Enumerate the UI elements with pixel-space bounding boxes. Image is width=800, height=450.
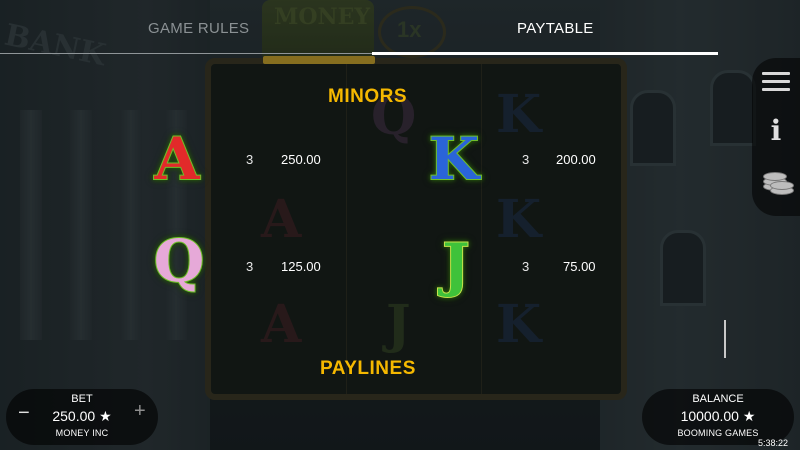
balance-label: BALANCE: [692, 393, 744, 405]
letter-j-icon: J: [441, 231, 470, 299]
side-menu: i: [752, 58, 800, 216]
pay-count: 3: [522, 152, 530, 167]
pay-value: 200.00: [556, 152, 596, 167]
provider-brand: BOOMING GAMES: [677, 428, 759, 438]
pay-count: 3: [246, 259, 254, 274]
tab-game-rules[interactable]: GAME RULES: [148, 20, 249, 37]
background-dim-overlay: [0, 0, 800, 450]
coin-stack-icon[interactable]: [760, 164, 794, 196]
game-name: MONEY INC: [55, 428, 109, 438]
bet-panel: − BET 250.00 ★ MONEY INC +: [6, 389, 158, 445]
hamburger-menu-icon[interactable]: [760, 66, 792, 98]
scrollbar[interactable]: [724, 320, 726, 358]
pay-count: 3: [246, 152, 254, 167]
letter-k-icon: K: [428, 125, 480, 193]
active-tab-indicator: [372, 52, 718, 55]
rules-tabs: GAME RULES PAYTABLE: [0, 0, 720, 55]
info-icon[interactable]: i: [760, 114, 792, 147]
section-title-paylines: PAYLINES: [320, 358, 416, 379]
pay-count: 3: [522, 259, 530, 274]
tab-paytable[interactable]: PAYTABLE: [517, 20, 594, 37]
game-background: BANK K Q A K A J K MONEY 1x: [0, 0, 800, 450]
bet-increase-button[interactable]: +: [134, 401, 150, 421]
pay-value: 75.00: [563, 259, 596, 274]
balance-panel: BALANCE 10000.00 ★ BOOMING GAMES: [642, 389, 794, 445]
section-title-minors: MINORS: [328, 86, 407, 107]
pay-value: 250.00: [281, 152, 321, 167]
clock: 5:38:22: [758, 438, 789, 448]
letter-a-icon: A: [153, 125, 200, 193]
letter-q-icon: Q: [153, 227, 206, 295]
balance-value: 10000.00 ★: [680, 408, 756, 424]
pay-value: 125.00: [281, 259, 321, 274]
